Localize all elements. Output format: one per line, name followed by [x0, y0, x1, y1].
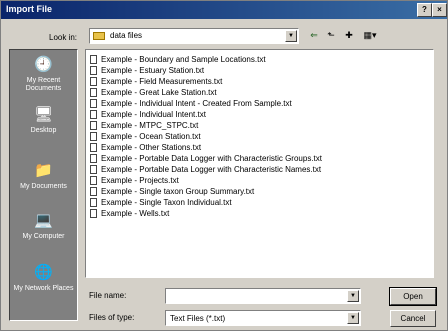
- place-label: Desktop: [30, 127, 57, 134]
- list-item[interactable]: Example - Boundary and Sample Locations.…: [90, 54, 266, 65]
- back-arrow-icon[interactable]: ⇐: [307, 29, 321, 42]
- look-in-dropdown[interactable]: data files ▼: [89, 28, 299, 44]
- list-item[interactable]: Example - Individual Intent - Created Fr…: [90, 98, 292, 109]
- file-name: Example - Great Lake Station.txt: [101, 88, 217, 97]
- list-item[interactable]: Example - Field Measurements.txt: [90, 76, 222, 87]
- list-item[interactable]: Example - Great Lake Station.txt: [90, 87, 217, 98]
- text-file-icon: [90, 165, 97, 175]
- my-computer-icon: 💻: [34, 212, 53, 229]
- text-file-icon: [90, 187, 97, 197]
- file-name: Example - Single Taxon Individual.txt: [101, 198, 232, 207]
- text-file-icon: [90, 143, 97, 153]
- places-bar: 🕘 My Recent Documents 🖥 Desktop 📁 My Doc…: [9, 49, 78, 321]
- text-file-icon: [90, 154, 97, 164]
- new-folder-icon[interactable]: ✚: [342, 29, 356, 42]
- my-documents-icon: 📁: [34, 162, 53, 179]
- look-in-label: Look in:: [49, 33, 78, 42]
- list-item[interactable]: Example - Projects.txt: [90, 175, 179, 186]
- place-label: My Documents: [20, 183, 67, 190]
- file-name: Example - Estuary Station.txt: [101, 66, 205, 75]
- title-bar: Import File ? ×: [1, 1, 447, 19]
- file-name: Example - Boundary and Sample Locations.…: [101, 55, 266, 64]
- chevron-down-icon[interactable]: ▼: [347, 312, 359, 324]
- list-item[interactable]: Example - Portable Data Logger with Char…: [90, 153, 322, 164]
- text-file-icon: [90, 77, 97, 87]
- text-file-icon: [90, 209, 97, 219]
- place-recent-documents[interactable]: 🕘 My Recent Documents: [10, 56, 77, 93]
- network-places-icon: 🌐: [34, 264, 53, 281]
- file-name-input[interactable]: ▼: [165, 288, 361, 304]
- file-name: Example - Ocean Station.txt: [101, 132, 201, 141]
- list-item[interactable]: Example - Estuary Station.txt: [90, 65, 204, 76]
- text-file-icon: [90, 99, 97, 109]
- list-item[interactable]: Example - Wells.txt: [90, 208, 169, 219]
- file-name: Example - Projects.txt: [101, 176, 179, 185]
- file-name: Example - Wells.txt: [101, 209, 170, 218]
- close-button[interactable]: ×: [432, 3, 447, 17]
- list-item[interactable]: Example - Single taxon Group Summary.txt: [90, 186, 254, 197]
- cancel-button[interactable]: Cancel: [390, 310, 436, 327]
- view-menu-icon[interactable]: ▦▾: [360, 29, 380, 42]
- text-file-icon: [90, 198, 97, 208]
- files-of-type-value: Text Files (*.txt): [170, 314, 226, 323]
- files-of-type-label: Files of type:: [89, 313, 135, 322]
- file-name: Example - Individual Intent.txt: [101, 110, 206, 119]
- place-label: My Network Places: [13, 285, 74, 292]
- file-name: Example - Field Measurements.txt: [101, 77, 223, 86]
- place-label: My Computer: [22, 233, 65, 240]
- open-button[interactable]: Open: [389, 287, 437, 306]
- text-file-icon: [90, 110, 97, 120]
- chevron-down-icon[interactable]: ▼: [347, 290, 359, 302]
- text-file-icon: [90, 132, 97, 142]
- place-label: My Recent Documents: [25, 77, 62, 92]
- place-my-documents[interactable]: 📁 My Documents: [10, 162, 77, 191]
- list-item[interactable]: Example - Individual Intent.txt: [90, 109, 206, 120]
- window-title: Import File: [6, 4, 53, 14]
- file-name: Example - Single taxon Group Summary.txt: [101, 187, 255, 196]
- list-item[interactable]: Example - Single Taxon Individual.txt: [90, 197, 232, 208]
- text-file-icon: [90, 176, 97, 186]
- place-desktop[interactable]: 🖥 Desktop: [10, 106, 77, 135]
- file-name-label: File name:: [89, 291, 127, 300]
- file-name: Example - MTPC_STPC.txt: [101, 121, 199, 130]
- list-item[interactable]: Example - Portable Data Logger with Char…: [90, 164, 321, 175]
- list-item[interactable]: Example - Other Stations.txt: [90, 142, 201, 153]
- place-network-places[interactable]: 🌐 My Network Places: [10, 264, 77, 293]
- file-name: Example - Other Stations.txt: [101, 143, 202, 152]
- file-name: Example - Portable Data Logger with Char…: [101, 154, 322, 163]
- text-file-icon: [90, 66, 97, 76]
- import-file-dialog: Import File ? × Look in: data files ▼ ⇐ …: [0, 0, 448, 331]
- up-folder-icon[interactable]: ⬑: [324, 29, 338, 42]
- place-my-computer[interactable]: 💻 My Computer: [10, 212, 77, 241]
- text-file-icon: [90, 88, 97, 98]
- help-button[interactable]: ?: [417, 3, 432, 17]
- text-file-icon: [90, 55, 97, 65]
- file-list[interactable]: Example - Boundary and Sample Locations.…: [85, 49, 434, 278]
- list-item[interactable]: Example - MTPC_STPC.txt: [90, 120, 198, 131]
- recent-documents-icon: 🕘: [34, 56, 53, 73]
- file-name: Example - Individual Intent - Created Fr…: [101, 99, 292, 108]
- list-item[interactable]: Example - Ocean Station.txt: [90, 131, 201, 142]
- chevron-down-icon[interactable]: ▼: [285, 30, 297, 42]
- files-of-type-dropdown[interactable]: Text Files (*.txt) ▼: [165, 310, 361, 326]
- look-in-value: data files: [110, 31, 143, 40]
- desktop-icon: 🖥: [33, 106, 54, 123]
- folder-icon: [93, 32, 105, 40]
- text-file-icon: [90, 121, 97, 131]
- file-name: Example - Portable Data Logger with Char…: [101, 165, 322, 174]
